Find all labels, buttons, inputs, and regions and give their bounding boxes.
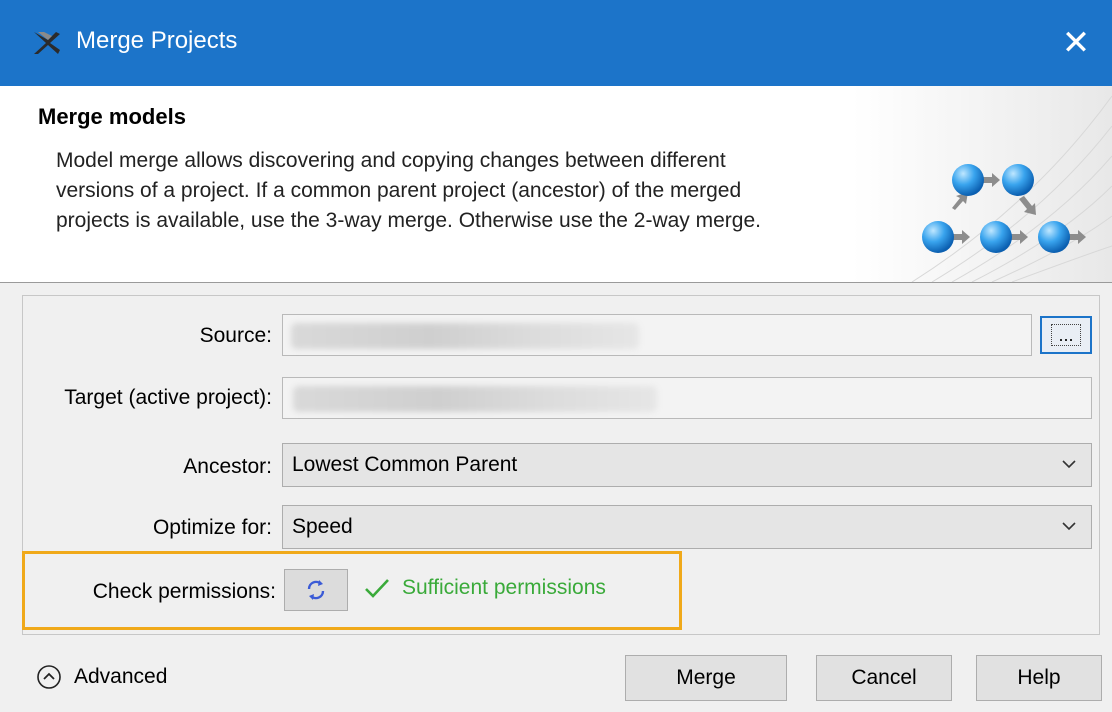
cancel-button[interactable]: Cancel bbox=[816, 655, 952, 701]
advanced-toggle[interactable]: Advanced bbox=[36, 664, 167, 690]
window-title: Merge Projects bbox=[76, 27, 238, 54]
merge-button[interactable]: Merge bbox=[625, 655, 787, 701]
optimize-label: Optimize for: bbox=[152, 516, 272, 539]
target-value-blurred bbox=[293, 386, 657, 412]
description-line: versions of a project. If a common paren… bbox=[56, 179, 742, 202]
check-permissions-button[interactable] bbox=[284, 569, 348, 611]
browse-source-button[interactable]: ... bbox=[1040, 316, 1092, 354]
close-button[interactable]: ✕ bbox=[1040, 0, 1112, 86]
ancestor-dropdown[interactable]: Lowest Common Parent bbox=[282, 443, 1092, 487]
permission-status-text: Sufficient permissions bbox=[402, 576, 606, 599]
chevron-down-icon bbox=[1062, 522, 1076, 531]
source-label: Source: bbox=[199, 324, 272, 347]
ancestor-selected-value: Lowest Common Parent bbox=[292, 453, 518, 476]
chevron-down-icon bbox=[1062, 460, 1076, 469]
close-icon: ✕ bbox=[1061, 24, 1091, 62]
merge-diagram-icon bbox=[922, 164, 1086, 253]
target-field bbox=[282, 377, 1092, 419]
description-line: Model merge allows discovering and copyi… bbox=[56, 149, 726, 172]
optimize-dropdown[interactable]: Speed bbox=[282, 505, 1092, 549]
help-button[interactable]: Help bbox=[976, 655, 1102, 701]
description-line: projects is available, use the 3-way mer… bbox=[56, 209, 761, 232]
check-icon bbox=[365, 579, 389, 598]
advanced-label: Advanced bbox=[74, 665, 168, 688]
chevron-up-circle-icon bbox=[37, 665, 61, 689]
optimize-selected-value: Speed bbox=[292, 515, 353, 538]
title-bar: Merge Projects ✕ bbox=[0, 0, 1112, 86]
browse-label: ... bbox=[1051, 324, 1081, 346]
app-logo-icon bbox=[34, 32, 60, 54]
permission-status: Sufficient permissions bbox=[364, 576, 606, 600]
header-title: Merge models bbox=[38, 104, 186, 129]
refresh-icon bbox=[307, 580, 325, 600]
header-description: Model merge allows discovering and copyi… bbox=[56, 146, 876, 236]
source-value-blurred bbox=[291, 323, 639, 349]
check-permissions-label: Check permissions: bbox=[92, 580, 276, 603]
target-label: Target (active project): bbox=[64, 386, 272, 409]
dialog-header: Merge models Model merge allows discover… bbox=[0, 86, 1112, 283]
source-field[interactable] bbox=[282, 314, 1032, 356]
ancestor-label: Ancestor: bbox=[183, 455, 272, 478]
